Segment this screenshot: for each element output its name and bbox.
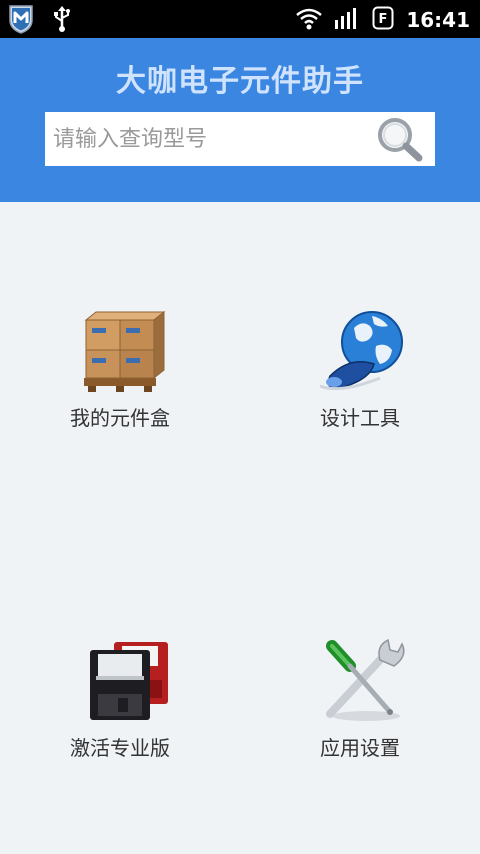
menu-item-label: 激活专业版 [70, 736, 170, 760]
globe-mouse-icon [310, 306, 410, 396]
flashlight-icon: F [372, 6, 394, 34]
app-title: 大咖电子元件助手 [116, 64, 364, 99]
menu-item-label: 应用设置 [320, 736, 400, 760]
search-input[interactable] [53, 120, 363, 158]
status-bar: F 16:41 [0, 0, 480, 38]
search-button[interactable] [373, 115, 427, 163]
menu-item-label: 设计工具 [320, 406, 400, 430]
usb-icon [52, 5, 72, 37]
menu-item-design-tools[interactable]: 设计工具 [260, 306, 460, 431]
svg-text:F: F [379, 12, 388, 27]
menu-item-label: 我的元件盒 [70, 406, 170, 430]
signal-icon [334, 6, 360, 34]
boxes-pallet-icon [70, 306, 170, 396]
menu-item-app-settings[interactable]: 应用设置 [260, 636, 460, 761]
tools-icon [310, 636, 410, 726]
floppy-disk-icon [70, 636, 170, 726]
menu-item-activate-pro[interactable]: 激活专业版 [20, 636, 220, 761]
search-bar [45, 112, 435, 166]
wifi-icon [296, 6, 323, 34]
menu-item-component-box[interactable]: 我的元件盒 [20, 306, 220, 431]
status-time: 16:41 [406, 8, 470, 32]
mcafee-shield-icon [6, 4, 36, 38]
app-header: 大咖电子元件助手 [0, 38, 480, 202]
search-icon [373, 118, 427, 167]
